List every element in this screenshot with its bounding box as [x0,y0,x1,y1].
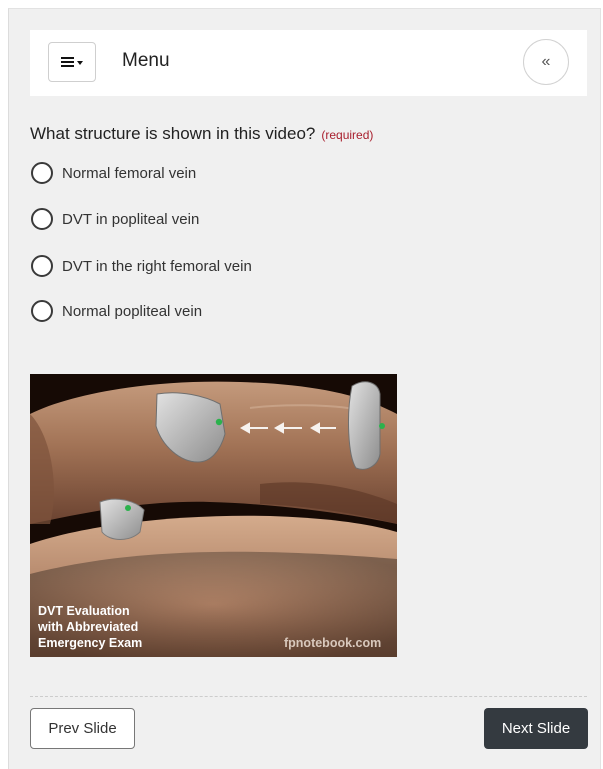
radio-button[interactable] [31,255,53,277]
radio-button[interactable] [31,208,53,230]
answer-option-2[interactable]: DVT in popliteal vein [31,208,199,230]
answer-option-3[interactable]: DVT in the right femoral vein [31,255,252,277]
hamburger-icon [61,57,74,67]
answer-option-4[interactable]: Normal popliteal vein [31,300,202,322]
video-caption-line: with Abbreviated [38,620,139,634]
next-slide-button[interactable]: Next Slide [484,708,588,749]
answer-option-1[interactable]: Normal femoral vein [31,162,196,184]
video-caption-line: Emergency Exam [38,636,143,650]
caret-down-icon [77,60,83,65]
collapse-button[interactable]: « [523,39,569,85]
prev-slide-button[interactable]: Prev Slide [30,708,135,749]
menu-bar: Menu « [30,30,587,96]
answer-option-label[interactable]: DVT in popliteal vein [62,211,199,228]
video-player[interactable]: DVT Evaluation with Abbreviated Emergenc… [30,374,397,657]
double-chevron-left-icon: « [541,53,551,70]
video-caption-line: DVT Evaluation [38,604,130,618]
menu-toggle-button[interactable] [48,42,96,82]
answer-option-label[interactable]: Normal femoral vein [62,165,196,182]
question-text: What structure is shown in this video? [30,124,316,143]
video-caption: DVT Evaluation with Abbreviated Emergenc… [38,603,142,651]
video-watermark: fpnotebook.com [284,636,382,650]
question: What structure is shown in this video? (r… [30,124,373,144]
answer-option-label[interactable]: Normal popliteal vein [62,303,202,320]
answer-option-label[interactable]: DVT in the right femoral vein [62,258,252,275]
required-label: (required) [321,128,374,142]
menu-label: Menu [122,50,170,71]
footer-divider [30,696,587,697]
radio-button[interactable] [31,300,53,322]
radio-button[interactable] [31,162,53,184]
